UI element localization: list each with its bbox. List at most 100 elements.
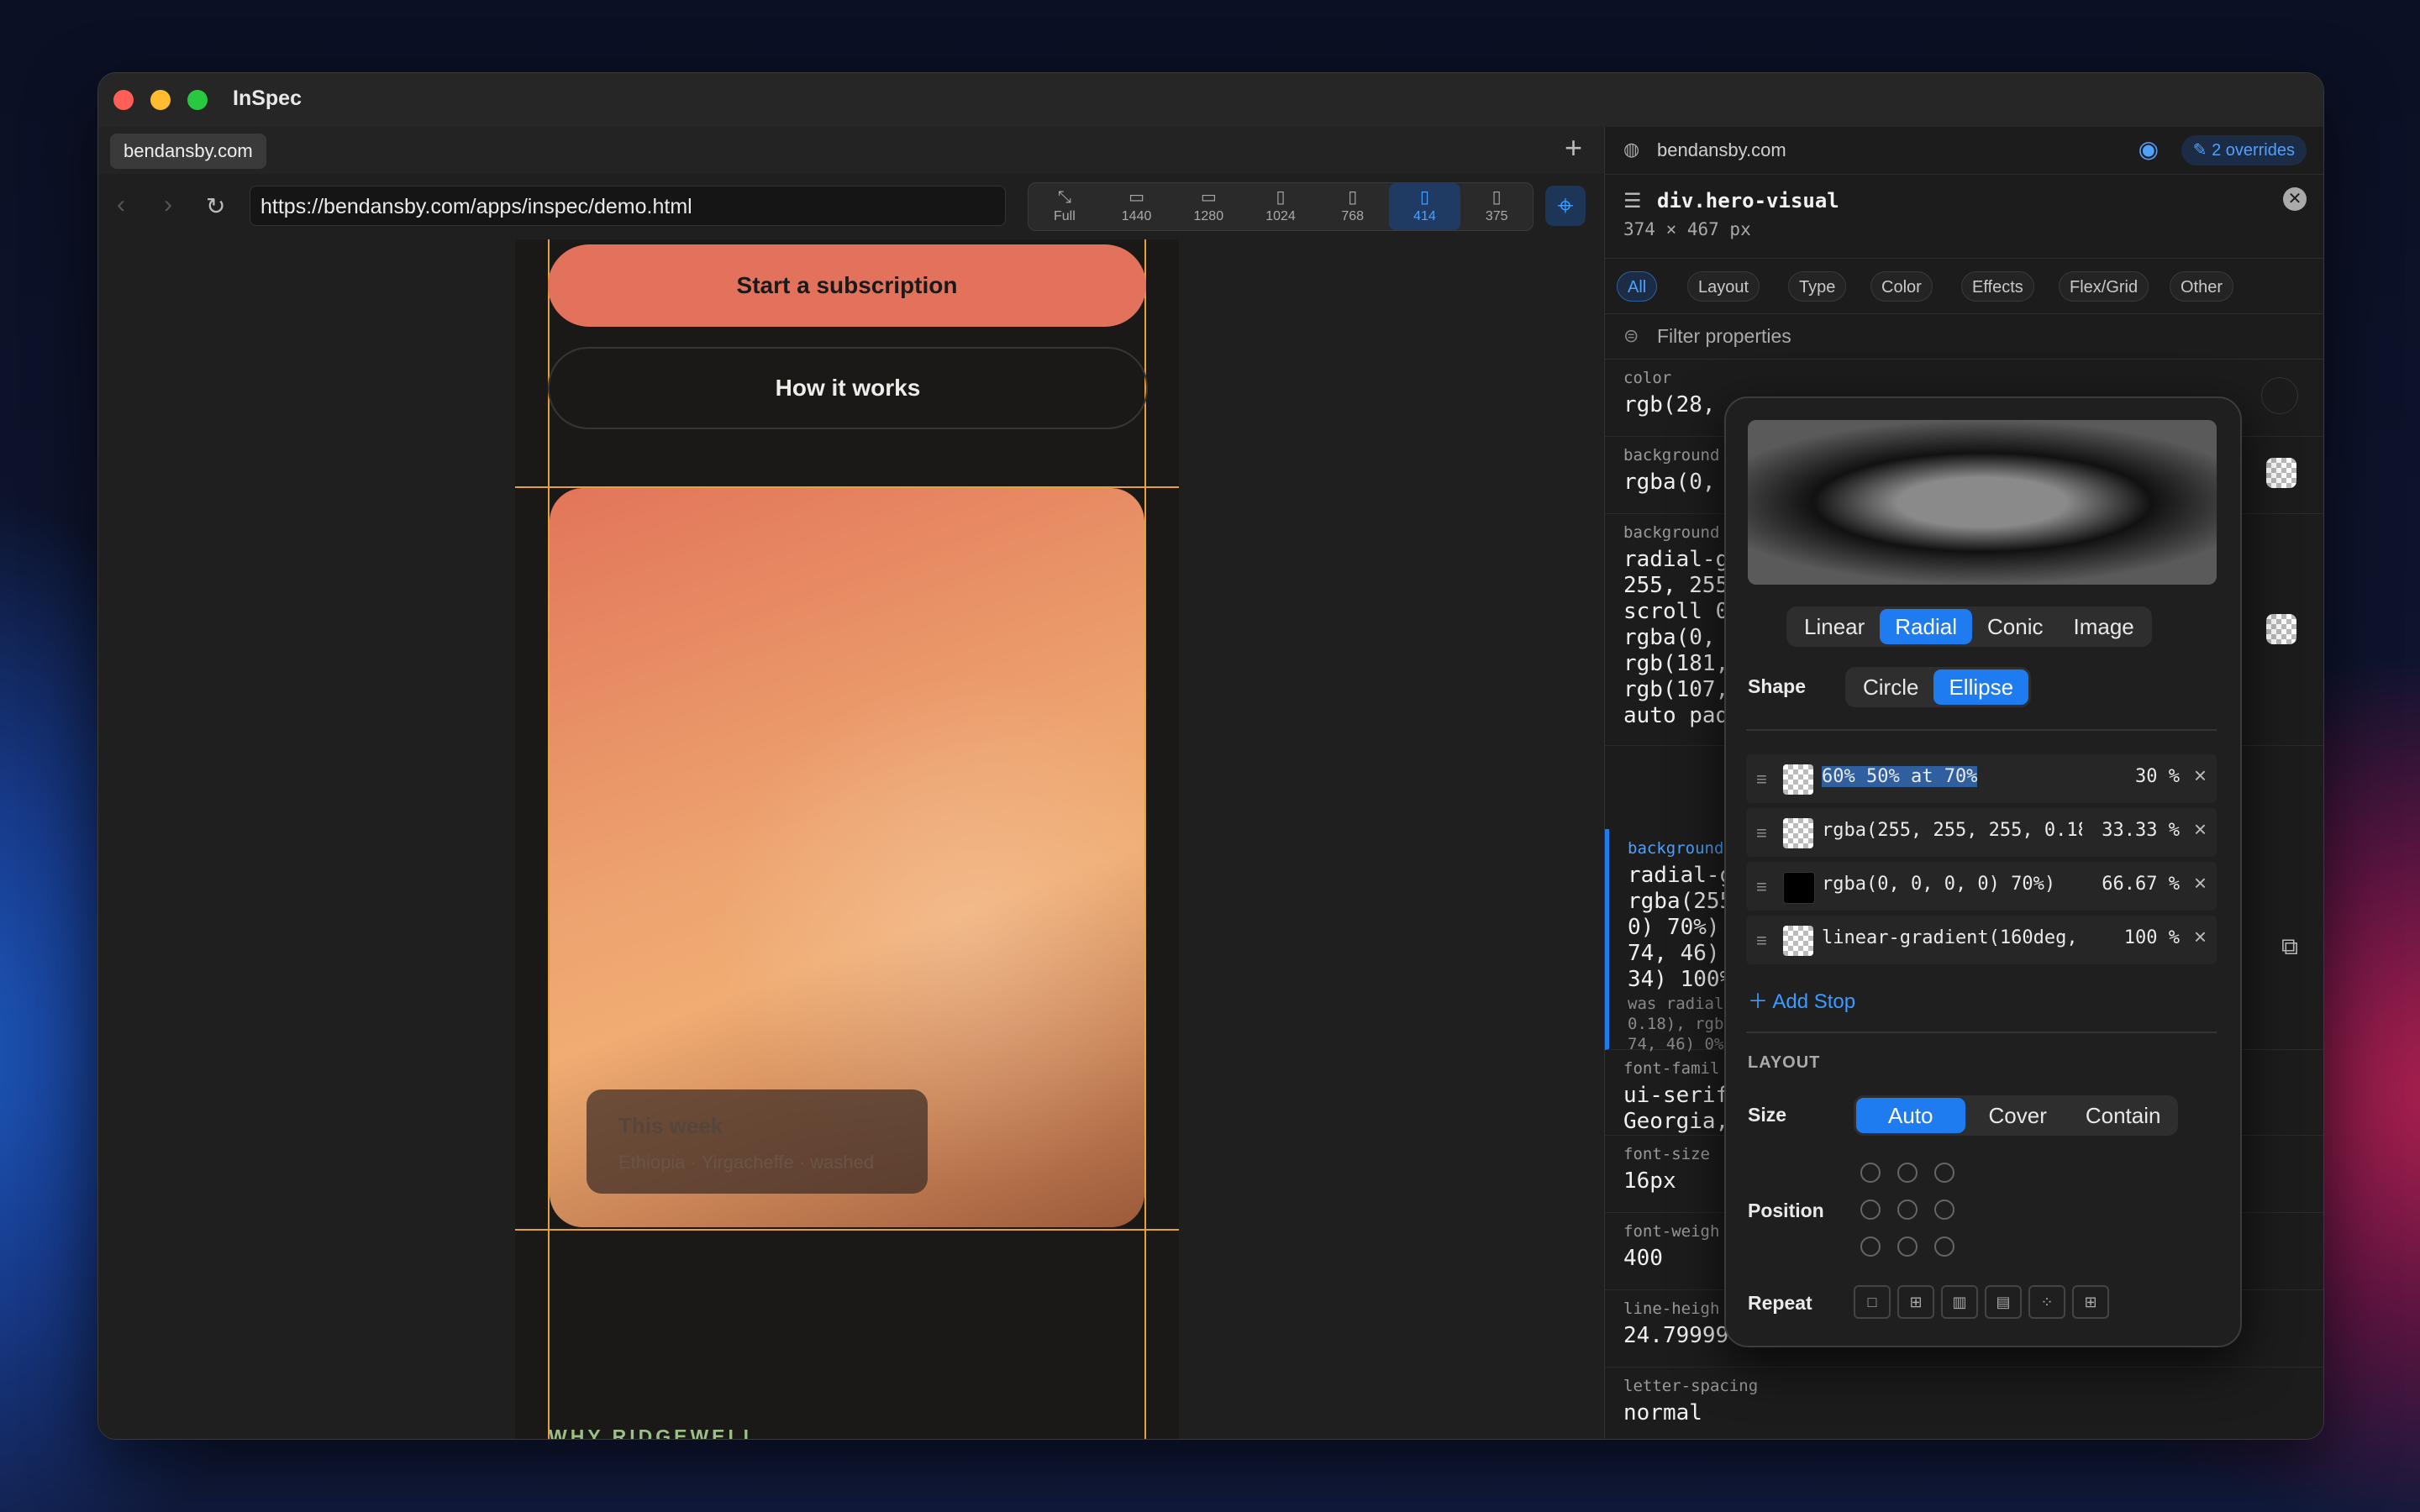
remove-stop-icon[interactable]: × (2194, 870, 2207, 896)
checker-swatch[interactable] (1783, 818, 1813, 848)
position-dot[interactable] (1934, 1236, 1954, 1257)
device-414-button[interactable]: ▯ 414 (1388, 183, 1461, 230)
color-swatch[interactable] (2261, 377, 2298, 414)
new-tab-button[interactable]: + (1565, 130, 1582, 165)
eye-icon[interactable]: ◉ (2139, 135, 2159, 163)
size-auto[interactable]: Auto (1856, 1098, 1965, 1133)
inspect-target-icon[interactable]: ⌖ (1545, 186, 1586, 226)
deselect-icon[interactable]: ✕ (2283, 187, 2307, 211)
device-768-button[interactable]: ▯ 768 (1317, 183, 1389, 230)
gradient-stop[interactable]: ≡ rgba(0, 0, 0, 0) 70%) 66.67 % × (1746, 862, 2217, 911)
gradient-type-segment: Linear Radial Conic Image (1786, 606, 2152, 647)
position-dot[interactable] (1860, 1200, 1881, 1220)
gradient-preview (1748, 420, 2217, 585)
remove-stop-icon[interactable]: × (2194, 763, 2207, 789)
add-stop-button[interactable]: ＋ Add Stop (1748, 984, 1855, 1014)
shape-circle[interactable]: Circle (1848, 669, 1933, 705)
forward-icon[interactable]: › (164, 191, 172, 219)
overrides-badge[interactable]: ✎ 2 overrides (2181, 135, 2307, 165)
card-title: This week (618, 1113, 723, 1138)
reload-icon[interactable]: ↻ (206, 192, 225, 220)
filter-input[interactable]: Filter properties (1657, 325, 1791, 348)
position-dot[interactable] (1934, 1163, 1954, 1183)
checker-swatch[interactable] (1783, 764, 1813, 795)
type-conic[interactable]: Conic (1972, 609, 2058, 644)
checker-swatch[interactable] (1783, 926, 1813, 956)
tab-bar: bendansby.com + (98, 127, 1604, 175)
drag-handle-icon[interactable]: ≡ (1756, 822, 1767, 844)
shape-label: Shape (1748, 675, 1807, 697)
drag-handle-icon[interactable]: ≡ (1756, 930, 1767, 952)
gradient-stop[interactable]: ≡ linear-gradient(160deg, 100 % × (1746, 916, 2217, 964)
position-dot[interactable] (1860, 1163, 1881, 1183)
no-repeat-icon[interactable]: □ (1854, 1285, 1891, 1319)
drag-handle-icon[interactable]: ≡ (1756, 876, 1767, 898)
type-image[interactable]: Image (2058, 609, 2149, 644)
repeat-x-icon[interactable]: ▥ (1941, 1285, 1978, 1319)
position-dot[interactable] (1897, 1200, 1918, 1220)
category-filters: All Layout Type Color Effects Flex/Grid … (1605, 258, 2323, 314)
plus-icon: ＋ (1748, 990, 1773, 1013)
close-window-button[interactable] (113, 90, 134, 110)
guide-line (515, 1229, 1179, 1231)
guide-line (1144, 239, 1146, 1439)
device-1440-button[interactable]: ▭ 1440 (1101, 183, 1173, 230)
size-contain[interactable]: Contain (2070, 1098, 2176, 1133)
space-icon[interactable]: ⁘ (2028, 1285, 2065, 1319)
repeat-y-icon[interactable]: ▤ (1985, 1285, 2022, 1319)
zoom-window-button[interactable] (187, 90, 208, 110)
prop-row[interactable]: letter-spacing normal (1605, 1367, 2323, 1439)
minimize-window-button[interactable] (150, 90, 171, 110)
filter-all[interactable]: All (1617, 271, 1658, 302)
gradient-editor-popover: Linear Radial Conic Image Shape Circle E… (1724, 396, 2242, 1347)
type-radial[interactable]: Radial (1880, 609, 1972, 644)
start-subscription-button[interactable]: Start a subscription (548, 244, 1146, 327)
filter-color[interactable]: Color (1870, 271, 1933, 302)
stop-value[interactable]: linear-gradient(160deg, (1822, 927, 2099, 948)
gradient-stop[interactable]: ≡ rgba(255, 255, 255, 0.18 33.33 % × (1746, 808, 2217, 857)
repeat-icon[interactable]: ⊞ (1897, 1285, 1934, 1319)
inspector-domain: bendansby.com (1657, 139, 1786, 160)
back-icon[interactable]: ‹ (117, 191, 125, 219)
position-dot[interactable] (1860, 1236, 1881, 1257)
device-full-button[interactable]: ⤡ Full (1028, 183, 1101, 230)
gradient-stop[interactable]: ≡ 60% 50% at 70% 30 % × (1746, 754, 2217, 803)
divider (1746, 1032, 2217, 1033)
remove-stop-icon[interactable]: × (2194, 816, 2207, 843)
black-swatch[interactable] (1783, 872, 1815, 904)
shape-segment: Circle Ellipse (1845, 667, 2032, 707)
hero-visual[interactable]: This week Ethiopia · Yirgacheffe · washe… (550, 488, 1144, 1227)
filter-effects[interactable]: Effects (1961, 271, 2034, 302)
filter-properties-field[interactable]: ⊜ Filter properties (1605, 313, 2323, 360)
repeat-label: Repeat (1748, 1292, 1812, 1314)
round-icon[interactable]: ⊞ (2072, 1285, 2109, 1319)
browser-tab[interactable]: bendansby.com (110, 134, 266, 169)
browser-pane: bendansby.com + ‹ › ↻ https://bendansby.… (98, 127, 1604, 1439)
device-size-picker: ⤡ Full ▭ 1440 ▭ 1280 ▯ 1024 ▯ 768 ▯ 414 ▯ 375 (1028, 182, 1534, 231)
stop-value[interactable]: rgba(255, 255, 255, 0.18 (1822, 820, 2082, 841)
size-cover[interactable]: Cover (1965, 1098, 2070, 1133)
filter-type[interactable]: Type (1788, 271, 1847, 302)
filter-other[interactable]: Other (2170, 271, 2234, 302)
device-1024-button[interactable]: ▯ 1024 (1244, 183, 1317, 230)
position-dot[interactable] (1934, 1200, 1954, 1220)
checker-swatch[interactable] (2266, 458, 2296, 488)
stop-value[interactable]: 60% 50% at 70% (1822, 766, 1978, 787)
tablet-icon: ▯ (1348, 188, 1358, 207)
filter-flex-grid[interactable]: Flex/Grid (2059, 271, 2149, 302)
shape-ellipse[interactable]: Ellipse (1933, 669, 2029, 705)
type-linear[interactable]: Linear (1789, 609, 1880, 644)
how-it-works-button[interactable]: How it works (548, 347, 1148, 429)
device-1280-button[interactable]: ▭ 1280 (1172, 183, 1244, 230)
position-dot[interactable] (1897, 1236, 1918, 1257)
filter-layout[interactable]: Layout (1687, 271, 1760, 302)
remove-stop-icon[interactable]: × (2194, 924, 2207, 950)
position-dot[interactable] (1897, 1163, 1918, 1183)
device-375-button[interactable]: ▯ 375 (1460, 183, 1533, 230)
drag-handle-icon[interactable]: ≡ (1756, 769, 1767, 790)
stop-value[interactable]: rgba(0, 0, 0, 0) 70%) (1822, 874, 2099, 895)
copy-icon[interactable]: ⧉ (2281, 933, 2298, 961)
url-input[interactable]: https://bendansby.com/apps/inspec/demo.h… (250, 186, 1006, 226)
checker-swatch[interactable] (2266, 614, 2296, 644)
pencil-icon: ✎ (2192, 141, 2212, 160)
